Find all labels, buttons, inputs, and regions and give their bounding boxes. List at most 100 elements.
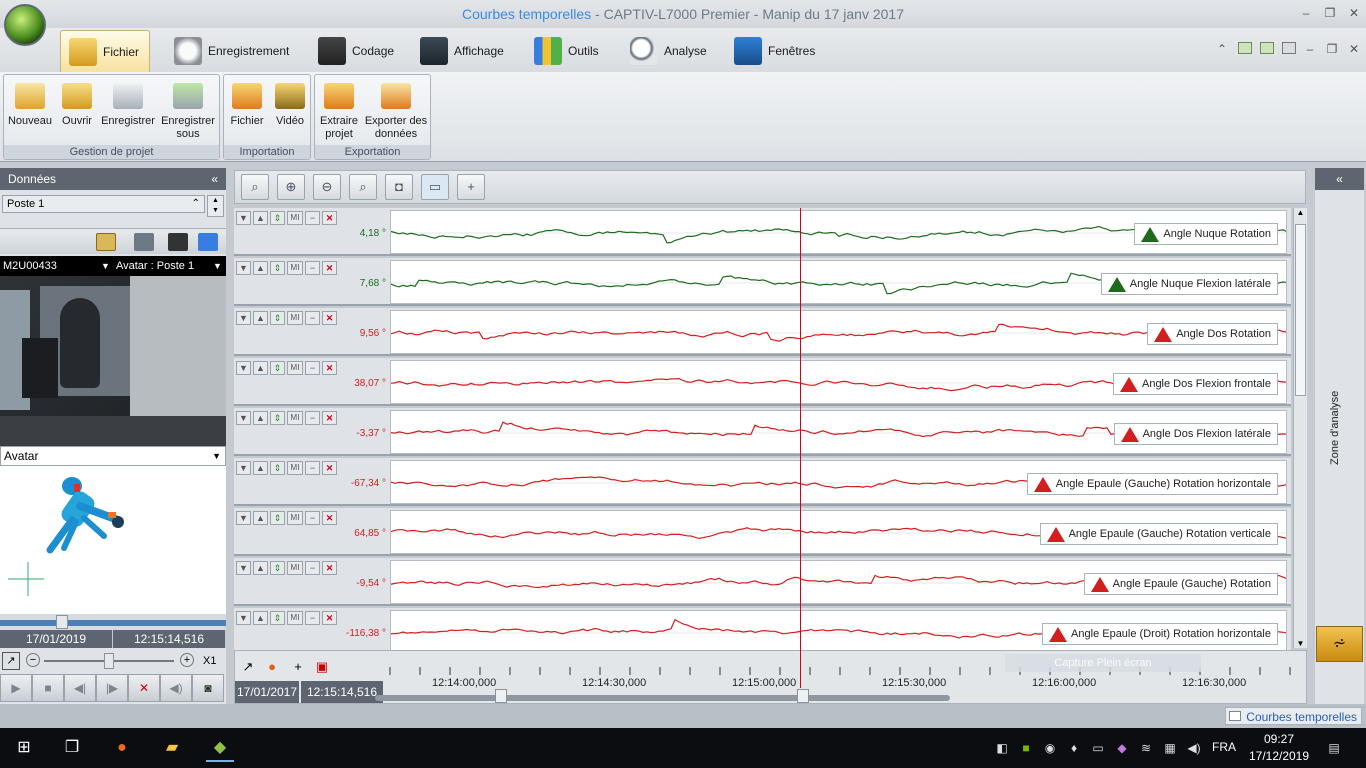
minimize-icon[interactable]: −	[305, 211, 320, 225]
mdi-close-button[interactable]: ✕	[1346, 42, 1362, 56]
close-icon[interactable]: ✕	[322, 311, 337, 325]
zoom-out-speed-icon[interactable]: −	[26, 653, 40, 667]
move-down-icon[interactable]: ▼	[236, 361, 251, 375]
curve-plot[interactable]: Angle Epaule (Gauche) Rotation verticale	[390, 510, 1287, 554]
move-up-icon[interactable]: ▲	[253, 461, 268, 475]
curve-label[interactable]: Angle Dos Flexion latérale	[1113, 423, 1278, 445]
chart-view-icon[interactable]	[96, 233, 116, 251]
curve-label[interactable]: Angle Epaule (Gauche) Rotation verticale	[1039, 523, 1278, 545]
curve-label[interactable]: Angle Dos Rotation	[1147, 323, 1278, 345]
multi-icon[interactable]: MI	[287, 311, 303, 325]
move-down-icon[interactable]: ▼	[236, 461, 251, 475]
move-up-icon[interactable]: ▲	[253, 611, 268, 625]
scale-icon[interactable]: ⇕	[270, 411, 285, 425]
nvidia-icon[interactable]: ■	[1018, 740, 1034, 756]
zoom-icon[interactable]: ⌕	[349, 174, 377, 200]
close-window-button[interactable]: ✕	[1346, 6, 1362, 20]
move-down-icon[interactable]: ▼	[236, 611, 251, 625]
analysis-zone-label[interactable]: Zone d'analyse	[1329, 368, 1349, 488]
wifi-icon[interactable]: ≋	[1138, 740, 1154, 756]
move-up-icon[interactable]: ▲	[253, 511, 268, 525]
bulb-icon[interactable]: ♦	[1066, 740, 1082, 756]
close-icon[interactable]: ✕	[322, 361, 337, 375]
sensor-icon[interactable]	[168, 233, 188, 251]
move-down-icon[interactable]: ▼	[236, 411, 251, 425]
notifications-icon[interactable]: ▤	[1326, 740, 1342, 756]
curve-plot[interactable]: Angle Nuque Flexion latérale	[390, 260, 1287, 304]
minimize-icon[interactable]: −	[305, 561, 320, 575]
open-button[interactable]: Ouvrir	[56, 83, 98, 128]
app-tray-icon[interactable]: ◆	[1114, 740, 1130, 756]
expand-analysis-button[interactable]: «	[1315, 168, 1364, 190]
tab-analyse[interactable]: Analyse	[622, 30, 717, 72]
scale-icon[interactable]: ⇕	[270, 311, 285, 325]
minimize-icon[interactable]: −	[305, 361, 320, 375]
camera-capture-icon[interactable]: ◘	[385, 174, 413, 200]
import-file-button[interactable]: Fichier	[226, 83, 268, 128]
scale-icon[interactable]: ⇕	[270, 561, 285, 575]
multi-icon[interactable]: MI	[287, 411, 303, 425]
collapse-ribbon-icon[interactable]: ⌃	[1214, 42, 1230, 56]
scale-icon[interactable]: ⇕	[270, 261, 285, 275]
curve-plot[interactable]: Angle Dos Flexion latérale	[390, 410, 1287, 454]
task-view-icon[interactable]: ❐	[58, 734, 86, 762]
move-down-icon[interactable]: ▼	[236, 561, 251, 575]
move-up-icon[interactable]: ▲	[253, 561, 268, 575]
minimize-icon[interactable]: −	[305, 461, 320, 475]
range-start-thumb[interactable]	[495, 689, 507, 703]
slider-thumb[interactable]	[56, 615, 68, 629]
scroll-up-icon[interactable]: ▲	[1295, 208, 1306, 217]
application-orb-button[interactable]	[4, 4, 46, 46]
close-icon[interactable]: ✕	[322, 561, 337, 575]
taskbar-clock[interactable]: 09:27 17/12/2019	[1240, 731, 1318, 765]
new-button[interactable]: Nouveau	[6, 83, 54, 128]
scale-icon[interactable]: ⇕	[270, 361, 285, 375]
move-down-icon[interactable]: ▼	[236, 211, 251, 225]
network-icon[interactable]: ▦	[1162, 740, 1178, 756]
file-explorer-icon[interactable]: ▰	[158, 734, 186, 762]
windows-start-icon[interactable]: ⊞	[10, 734, 38, 762]
multi-icon[interactable]: MI	[287, 461, 303, 475]
zoom-out-icon[interactable]: ⊖	[313, 174, 341, 200]
move-down-icon[interactable]: ▼	[236, 511, 251, 525]
layout-cascade-icon[interactable]	[1282, 42, 1296, 54]
time-range-slider[interactable]	[375, 695, 950, 701]
zoom-in-speed-icon[interactable]: +	[180, 653, 194, 667]
play-icon[interactable]: ▶	[0, 674, 32, 702]
view-select[interactable]: Avatar ▼	[0, 446, 226, 466]
move-up-icon[interactable]: ▲	[253, 261, 268, 275]
add-marker-icon[interactable]: +	[287, 657, 309, 677]
curve-plot[interactable]: Angle Nuque Rotation	[390, 210, 1287, 254]
curve-label[interactable]: Angle Epaule (Gauche) Rotation horizonta…	[1026, 473, 1278, 495]
close-icon[interactable]: ✕	[322, 511, 337, 525]
extract-project-button[interactable]: Extraire projet	[317, 83, 361, 141]
avatar-source-select[interactable]: Avatar : Poste 1	[116, 256, 194, 276]
mdi-restore-button[interactable]: ❐	[1324, 42, 1340, 56]
tab-fenetres[interactable]: Fenêtres	[726, 30, 825, 72]
curve-label[interactable]: Angle Nuque Rotation	[1134, 223, 1278, 245]
security-icon[interactable]: ◧	[994, 740, 1010, 756]
close-icon[interactable]: ✕	[322, 261, 337, 275]
multi-icon[interactable]: MI	[287, 361, 303, 375]
mute-icon[interactable]: ✕	[128, 674, 160, 702]
range-end-thumb[interactable]	[797, 689, 809, 703]
close-icon[interactable]: ✕	[322, 611, 337, 625]
vertical-scrollbar[interactable]: ▲ ▼	[1293, 208, 1307, 648]
playback-slider[interactable]	[0, 614, 226, 630]
settings-icon[interactable]	[198, 233, 218, 251]
volume-icon[interactable]: ◀)	[160, 674, 192, 702]
curve-plot[interactable]: Angle Epaule (Gauche) Rotation	[390, 560, 1287, 604]
captiv-app-icon[interactable]: ◆	[206, 734, 234, 762]
scale-icon[interactable]: ⇕	[270, 211, 285, 225]
curve-label[interactable]: Angle Epaule (Gauche) Rotation	[1083, 573, 1278, 595]
record-icon[interactable]: ◉	[1042, 740, 1058, 756]
tab-enregistrement[interactable]: Enregistrement	[166, 30, 299, 72]
tab-affichage[interactable]: Affichage	[412, 30, 514, 72]
tab-fichier[interactable]: Fichier	[60, 30, 150, 72]
stop-icon[interactable]: ■	[32, 674, 64, 702]
close-icon[interactable]: ✕	[322, 211, 337, 225]
move-down-icon[interactable]: ▼	[236, 261, 251, 275]
poste-select[interactable]: Poste 1 ⌃	[2, 195, 205, 213]
minimize-window-button[interactable]: ‒	[1298, 6, 1314, 20]
multi-icon[interactable]: MI	[287, 611, 303, 625]
